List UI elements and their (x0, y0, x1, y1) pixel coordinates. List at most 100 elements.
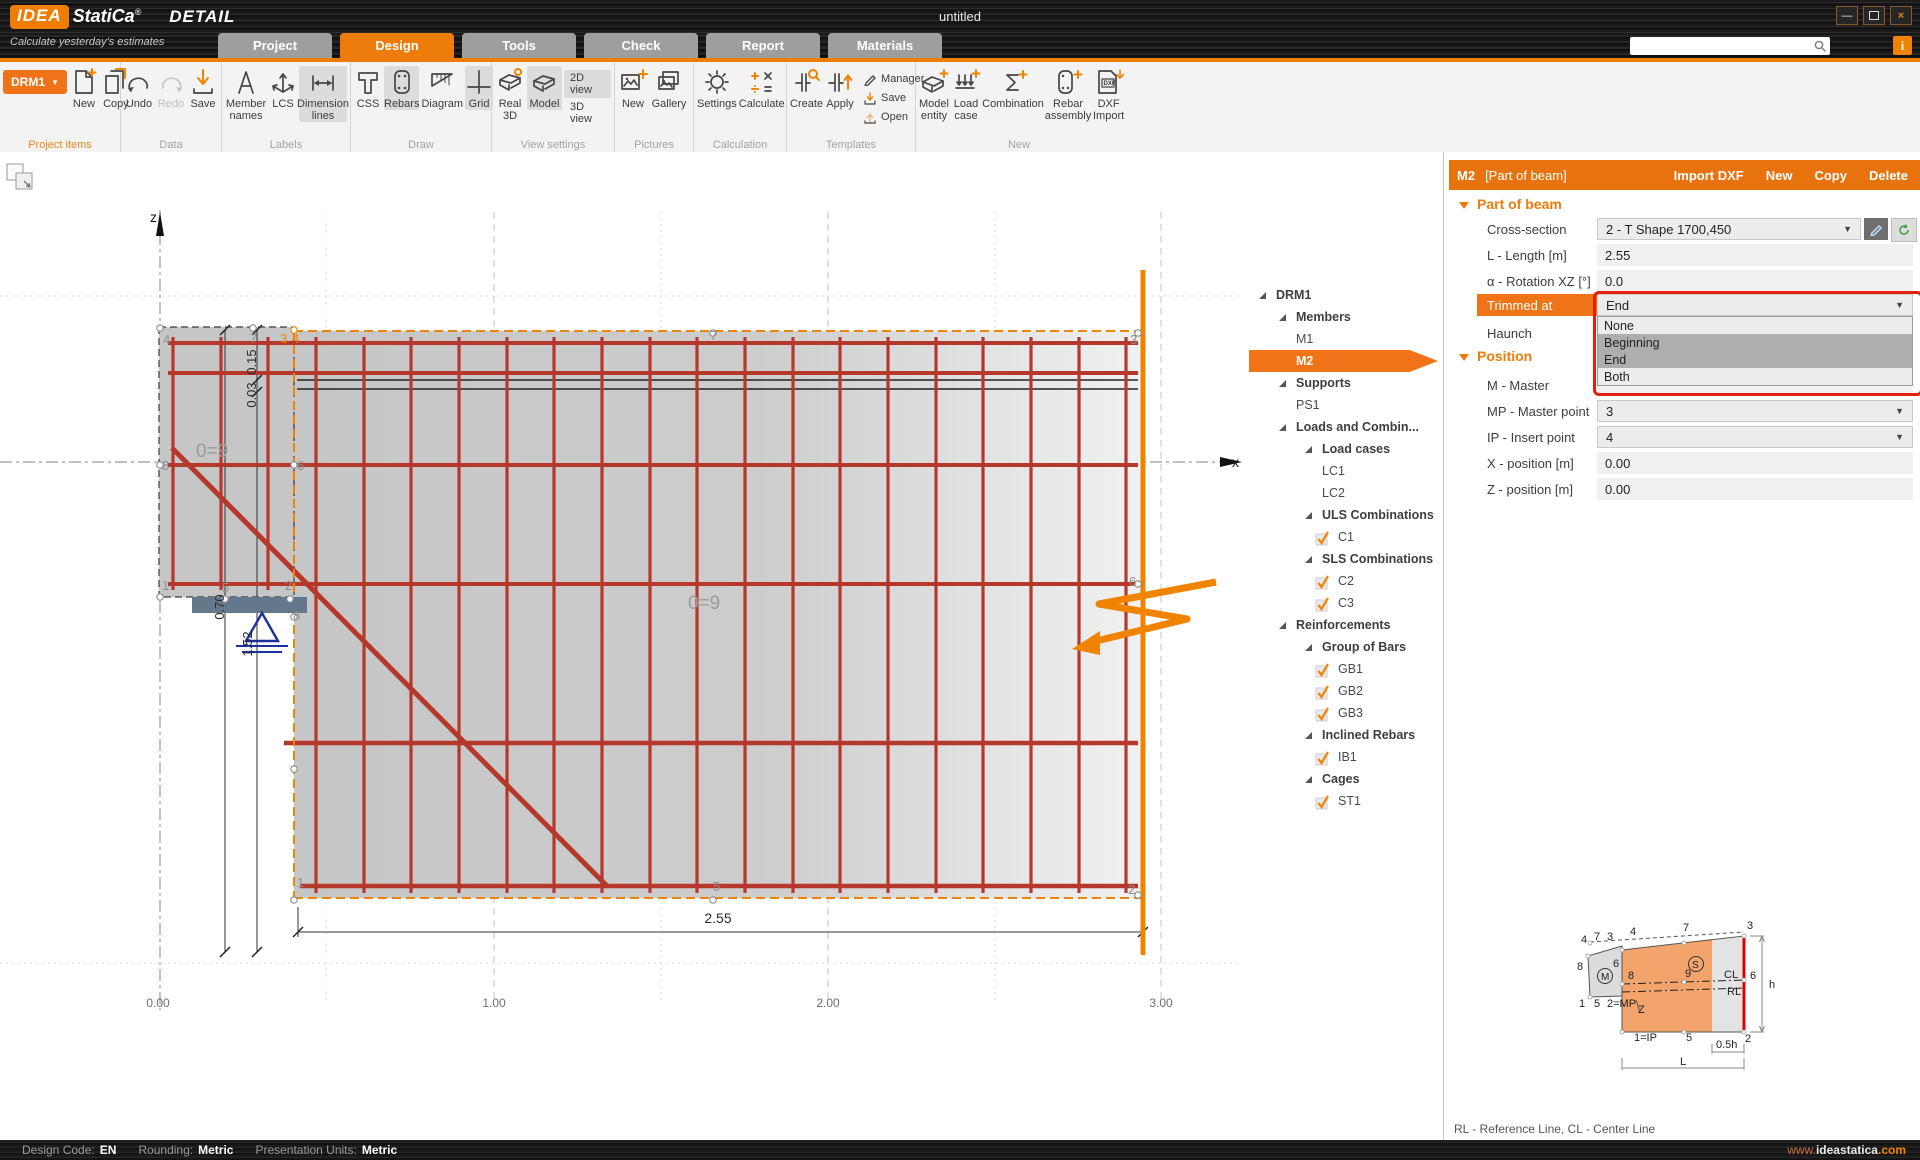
tree-item-Reinforcements[interactable]: Reinforcements (1249, 614, 1449, 636)
tree-item-IB1[interactable]: IB1 (1249, 746, 1449, 768)
create-template-button[interactable]: Create (790, 66, 823, 110)
search-icon[interactable] (1813, 39, 1827, 53)
tree-expand-icon[interactable] (1305, 446, 1312, 453)
tree-item-LC1[interactable]: LC1 (1249, 460, 1449, 482)
dimension-lines-toggle[interactable]: Dimension lines (299, 66, 347, 122)
tree-expand-icon[interactable] (1305, 556, 1312, 563)
tab-tools[interactable]: Tools (462, 33, 576, 58)
maximize-button[interactable] (1863, 6, 1885, 25)
project-selector[interactable]: DRM1▼ (3, 70, 67, 94)
css-toggle[interactable]: CSS (354, 66, 382, 110)
pan-widget[interactable] (6, 163, 34, 191)
minimize-button[interactable]: — (1836, 6, 1858, 25)
tree-expand-icon[interactable] (1279, 380, 1286, 387)
lcs-toggle[interactable]: LCS (269, 66, 297, 110)
checkbox-checked-icon[interactable] (1315, 794, 1331, 809)
new-rebar-assembly-button[interactable]: Rebar assembly (1045, 66, 1091, 122)
option-both[interactable]: Both (1598, 368, 1912, 385)
member-m2-body[interactable] (294, 331, 1143, 898)
checkbox-checked-icon[interactable] (1315, 662, 1331, 677)
tab-project[interactable]: Project (218, 33, 332, 58)
tree-item-Load cases[interactable]: Load cases (1249, 438, 1449, 460)
import-dxf-button[interactable]: Import DXF (1674, 168, 1744, 183)
apply-template-button[interactable]: Apply (825, 66, 855, 110)
tree-item-Cages[interactable]: Cages (1249, 768, 1449, 790)
view-2d-toggle[interactable]: 2D view (564, 70, 611, 98)
tree-item-ULS Combinations[interactable]: ULS Combinations (1249, 504, 1449, 526)
tree-item-selected-M2[interactable]: M2 (1249, 350, 1438, 372)
checkbox-checked-icon[interactable] (1315, 530, 1331, 545)
option-end[interactable]: End (1598, 351, 1912, 368)
edit-cross-section-button[interactable] (1864, 218, 1888, 240)
real-3d-toggle[interactable]: Real 3D (495, 66, 525, 122)
copy-member-button[interactable]: Copy (1814, 168, 1847, 183)
structural-drawing[interactable]: zx47815234736681520=90=92.550.150.030.70… (0, 152, 1443, 1140)
tree-item-GB2[interactable]: GB2 (1249, 680, 1449, 702)
length-field[interactable]: 2.55 (1597, 244, 1913, 266)
tree-item-DRM1[interactable]: DRM1 (1249, 284, 1449, 306)
tree-item-PS1[interactable]: PS1 (1249, 394, 1449, 416)
save-button[interactable]: Save (188, 66, 218, 110)
tab-design[interactable]: Design (340, 33, 454, 58)
gallery-button[interactable]: Gallery (650, 66, 688, 110)
tree-item-M1[interactable]: M1 (1249, 328, 1449, 350)
tree-item-C1[interactable]: C1 (1249, 526, 1449, 548)
new-combination-button[interactable]: Combination (983, 66, 1043, 110)
tab-report[interactable]: Report (706, 33, 820, 58)
search-box[interactable] (1630, 37, 1830, 55)
website-link[interactable]: www.ideastatica.com (1787, 1143, 1906, 1157)
rotation-field[interactable]: 0.0 (1597, 270, 1913, 292)
notification-icon[interactable]: i (1893, 36, 1912, 55)
tree-item-ST1[interactable]: ST1 (1249, 790, 1449, 812)
tree-item-LC2[interactable]: LC2 (1249, 482, 1449, 504)
grid-toggle[interactable]: Grid (465, 66, 493, 110)
refresh-cross-section-button[interactable] (1891, 218, 1917, 242)
trimmed-at-select[interactable]: End ▼ (1597, 294, 1913, 316)
tree-item-Members[interactable]: Members (1249, 306, 1449, 328)
tree-item-C3[interactable]: C3 (1249, 592, 1449, 614)
tree-expand-icon[interactable] (1305, 732, 1312, 739)
tree-expand-icon[interactable] (1279, 424, 1286, 431)
section-part-of-beam[interactable]: Part of beam (1459, 196, 1562, 212)
tree-item-Group of Bars[interactable]: Group of Bars (1249, 636, 1449, 658)
master-point-select[interactable]: 3 ▼ (1597, 400, 1913, 422)
redo-button[interactable]: Redo (156, 66, 186, 110)
model-canvas[interactable]: zx47815234736681520=90=92.550.150.030.70… (0, 152, 1444, 1140)
model-toggle[interactable]: Model (527, 66, 562, 110)
tree-item-Supports[interactable]: Supports (1249, 372, 1449, 394)
new-member-button[interactable]: New (1766, 168, 1793, 183)
tree-expand-icon[interactable] (1305, 776, 1312, 783)
option-beginning[interactable]: Beginning (1598, 334, 1912, 351)
rebars-toggle[interactable]: Rebars (384, 66, 419, 110)
close-button[interactable]: × (1890, 6, 1912, 25)
search-input[interactable] (1630, 40, 1813, 52)
member-names-toggle[interactable]: Member names (225, 66, 267, 122)
cross-section-select[interactable]: 2 - T Shape 1700,450 ▼ (1597, 218, 1861, 240)
tab-materials[interactable]: Materials (828, 33, 942, 58)
tree-expand-icon[interactable] (1305, 512, 1312, 519)
view-3d-toggle[interactable]: 3D view (564, 99, 611, 127)
new-model-entity-button[interactable]: Model entity (919, 66, 949, 122)
new-load-case-button[interactable]: Load case (951, 66, 981, 122)
insert-point-select[interactable]: 4 ▼ (1597, 426, 1913, 448)
x-position-field[interactable]: 0.00 (1597, 452, 1913, 474)
calculate-button[interactable]: Calculate (739, 66, 785, 110)
checkbox-checked-icon[interactable] (1315, 596, 1331, 611)
undo-button[interactable]: Undo (124, 66, 154, 110)
tree-item-Inclined Rebars[interactable]: Inclined Rebars (1249, 724, 1449, 746)
dxf-import-button[interactable]: DXF DXF Import (1093, 66, 1124, 122)
checkbox-checked-icon[interactable] (1315, 684, 1331, 699)
z-position-field[interactable]: 0.00 (1597, 478, 1913, 500)
checkbox-checked-icon[interactable] (1315, 750, 1331, 765)
checkbox-checked-icon[interactable] (1315, 574, 1331, 589)
tree-item-GB3[interactable]: GB3 (1249, 702, 1449, 724)
tab-check[interactable]: Check (584, 33, 698, 58)
new-project-item-button[interactable]: New (69, 66, 99, 110)
delete-member-button[interactable]: Delete (1869, 168, 1908, 183)
member-m1-body[interactable] (159, 327, 294, 597)
calculation-settings-button[interactable]: Settings (697, 66, 737, 110)
option-none[interactable]: None (1598, 317, 1912, 334)
tree-expand-icon[interactable] (1259, 292, 1266, 299)
section-position[interactable]: Position (1459, 348, 1532, 364)
tree-expand-icon[interactable] (1279, 314, 1286, 321)
